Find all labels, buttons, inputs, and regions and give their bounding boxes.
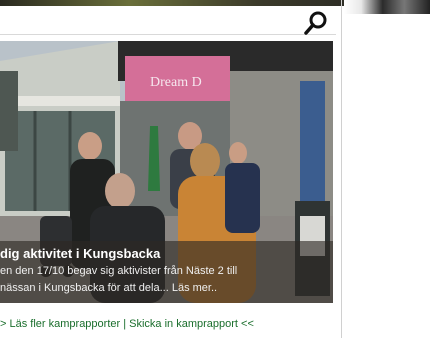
article-photo[interactable]: Dream D dig aktivitet i Kungsbacka en de… bbox=[0, 41, 333, 303]
column-divider bbox=[341, 0, 342, 338]
submit-report-link[interactable]: Skicka in kamprapport bbox=[129, 318, 238, 330]
shop-sign: Dream D bbox=[150, 75, 202, 90]
excerpt-line-2-text: nässan i Kungsbacka för att dela... bbox=[0, 282, 169, 294]
footer-separator: | bbox=[123, 318, 127, 330]
search-bar[interactable] bbox=[0, 6, 336, 35]
top-right-photo-strip bbox=[344, 0, 430, 14]
article-title[interactable]: dig aktivitet i Kungsbacka bbox=[0, 246, 333, 261]
article-excerpt: en den 17/10 begav sig aktivister från N… bbox=[0, 263, 320, 297]
search-icon[interactable] bbox=[300, 10, 330, 36]
footer-prefix: > bbox=[0, 318, 7, 330]
footer-suffix: << bbox=[241, 318, 254, 330]
footer-links: > Läs fler kamprapporter | Skicka in kam… bbox=[0, 318, 336, 330]
read-more-link[interactable]: Läs mer.. bbox=[172, 282, 217, 294]
excerpt-line-2: nässan i Kungsbacka för att dela... Läs … bbox=[0, 280, 320, 297]
excerpt-line-1: en den 17/10 begav sig aktivister från N… bbox=[0, 265, 238, 277]
more-reports-link[interactable]: Läs fler kamprapporter bbox=[10, 318, 121, 330]
photo-caption: dig aktivitet i Kungsbacka en den 17/10 … bbox=[0, 241, 333, 303]
